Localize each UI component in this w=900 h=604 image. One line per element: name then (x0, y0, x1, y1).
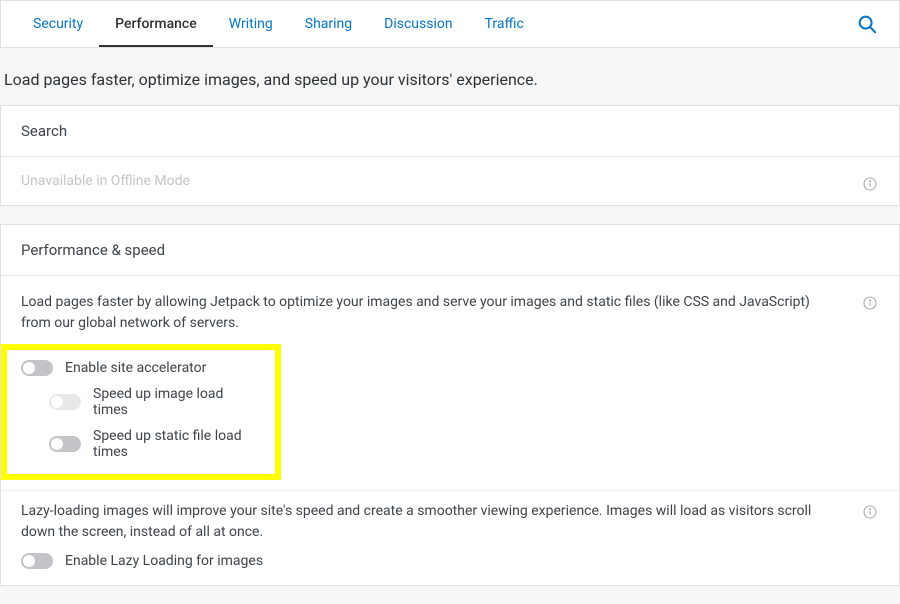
search-icon[interactable] (851, 8, 883, 40)
info-icon[interactable] (861, 503, 879, 521)
tab-sharing[interactable]: Sharing (289, 2, 368, 46)
toggle-speed-images[interactable] (49, 394, 81, 410)
search-card-title: Search (1, 106, 899, 157)
tab-security[interactable]: Security (17, 2, 99, 46)
tab-writing[interactable]: Writing (213, 2, 289, 46)
settings-tabs: Security Performance Writing Sharing Dis… (0, 0, 900, 48)
lazy-description: Lazy-loading images will improve your si… (21, 501, 879, 543)
tab-discussion[interactable]: Discussion (368, 2, 468, 46)
performance-card-title: Performance & speed (1, 225, 899, 276)
toggle-label-lazy: Enable Lazy Loading for images (65, 553, 263, 569)
tab-traffic[interactable]: Traffic (469, 2, 540, 46)
search-unavailable-text: Unavailable in Offline Mode (21, 173, 879, 189)
performance-card: Performance & speed Load pages faster by… (0, 224, 900, 586)
search-card: Search Unavailable in Offline Mode (0, 105, 900, 206)
accelerator-description: Load pages faster by allowing Jetpack to… (21, 292, 879, 334)
toggle-label-images: Speed up image load times (93, 386, 261, 418)
divider (1, 490, 899, 491)
info-icon[interactable] (861, 294, 879, 312)
tab-performance[interactable]: Performance (99, 2, 213, 46)
toggle-row-static: Speed up static file load times (49, 428, 261, 460)
toggle-row-lazy: Enable Lazy Loading for images (21, 553, 879, 569)
toggle-label-static: Speed up static file load times (93, 428, 261, 460)
toggle-enable-accelerator[interactable] (21, 360, 53, 376)
accelerator-highlight: Enable site accelerator Speed up image l… (1, 344, 281, 480)
toggle-lazy-loading[interactable] (21, 553, 53, 569)
toggle-speed-static[interactable] (49, 436, 81, 452)
page-intro: Load pages faster, optimize images, and … (0, 48, 900, 105)
toggle-label-accelerator: Enable site accelerator (65, 360, 206, 376)
info-icon[interactable] (861, 175, 879, 193)
toggle-row-accelerator: Enable site accelerator (21, 360, 261, 376)
toggle-row-images: Speed up image load times (49, 386, 261, 418)
